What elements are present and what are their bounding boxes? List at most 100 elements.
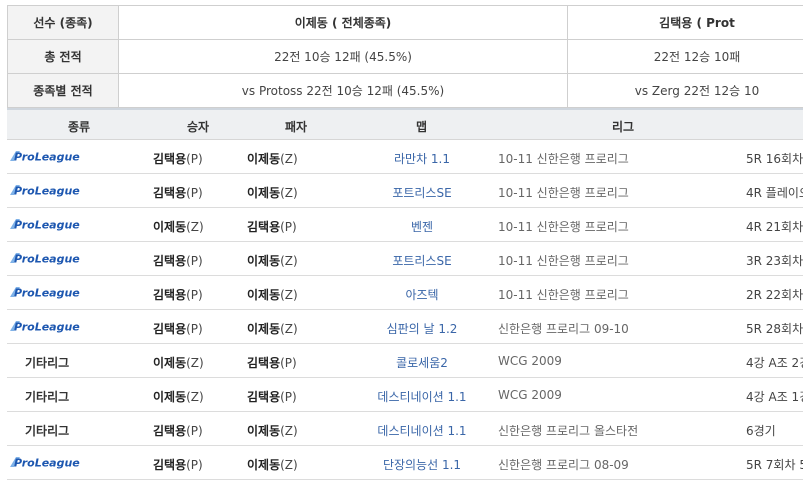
loser-name[interactable]: 김택용 [247,220,280,234]
map-link[interactable]: 포트리스SE [342,184,502,201]
map-link[interactable]: 콜로세움2 [342,354,502,371]
map-link[interactable]: 단장의능선 1.1 [342,456,502,473]
map-link[interactable]: 벤젠 [342,218,502,235]
loser-name[interactable]: 이제동 [247,254,280,268]
loser-cell[interactable]: 이제동(Z) [247,456,298,473]
player1-name[interactable]: 이제동 ( 전체종족) [119,6,568,40]
proleague-logo-graphic: ProLeague [7,251,91,265]
player1-total-record: 22전 10승 12패 (45.5%) [119,40,568,74]
col-header-map: 맵 [416,118,427,135]
proleague-logo-text: ProLeague [14,185,80,198]
round-info: 5R 16회차 [746,150,803,167]
summary-header-row: 선수 (종족) 이제동 ( 전체종족) 김택용 ( Prot [8,6,803,40]
loser-name[interactable]: 김택용 [247,356,280,370]
proleague-logo-graphic: ProLeague [7,285,91,299]
loser-name[interactable]: 이제동 [247,152,280,166]
proleague-logo: ProLeague [7,217,103,231]
winner-name[interactable]: 김택용 [153,288,186,302]
match-row[interactable]: ProLeague 김택용(P) 이제동(Z) 라만차 1.110-11 신한은행 프… [7,140,803,174]
match-row[interactable]: ProLeague이제동(Z)김택용(P)벤젠10-11 신한은행 프로리그4R… [7,208,803,242]
winner-name[interactable]: 김택용 [153,424,186,438]
proleague-logo-text: ProLeague [14,321,80,334]
winner-cell[interactable]: 김택용(P) [153,252,203,269]
proleague-logo-graphic: ProLeague [7,319,91,333]
winner-cell[interactable]: 이제동(Z) [153,388,204,405]
loser-race: (Z) [280,186,298,200]
winner-name[interactable]: 이제동 [153,356,186,370]
proleague-logo: ProLeague [7,319,103,333]
match-row[interactable]: ProLeague 김택용(P) 이제동(Z) 아즈텍10-11 신한은행 프로리그 2… [7,276,803,310]
match-row[interactable]: ProLeague김택용(P)이제동(Z)포트리스SE10-11 신한은행 프로… [7,242,803,276]
loser-name[interactable]: 이제동 [247,458,280,472]
proleague-logo-text: ProLeague [14,151,80,164]
loser-cell[interactable]: 김택용(P) [247,354,297,371]
proleague-logo-text: ProLeague [14,253,80,266]
winner-cell[interactable]: 김택용(P) [153,422,203,439]
league-name: 신한은행 프로리그 09-10 [498,320,629,337]
loser-name[interactable]: 이제동 [247,322,280,336]
map-link[interactable]: 데스티네이션 1.1 [342,388,502,405]
loser-cell[interactable]: 이제동(Z) [247,286,298,303]
loser-race: (Z) [280,152,298,166]
map-link[interactable]: 포트리스SE [342,252,502,269]
league-type-label: 기타리그 [25,422,69,439]
winner-race: (P) [186,186,203,200]
map-link[interactable]: 데스티네이션 1.1 [342,422,502,439]
map-link[interactable]: 아즈텍 [342,286,502,303]
loser-race: (P) [280,356,297,370]
summary-race-row: 종족별 전적 vs Protoss 22전 10승 12패 (45.5%) vs… [8,74,803,108]
player2-race-record: vs Zerg 22전 12승 10 [568,74,803,108]
loser-name[interactable]: 이제동 [247,424,280,438]
summary-label-race: 종족별 전적 [8,74,119,108]
loser-cell[interactable]: 이제동(Z) [247,320,298,337]
winner-cell[interactable]: 김택용(P) [153,286,203,303]
proleague-logo-graphic: ProLeague [7,217,91,231]
winner-name[interactable]: 김택용 [153,186,186,200]
round-info: 2R 22회차 [746,286,803,303]
winner-name[interactable]: 김택용 [153,152,186,166]
loser-race: (P) [280,220,297,234]
winner-cell[interactable]: 이제동(Z) [153,218,204,235]
match-row[interactable]: 기타리그김택용(P)이제동(Z)데스티네이션 1.1신한은행 프로리그 올스타전… [7,412,803,446]
winner-cell[interactable]: 김택용(P) [153,456,203,473]
loser-cell[interactable]: 김택용(P) [247,218,297,235]
winner-race: (Z) [186,356,204,370]
league-name: 10-11 신한은행 프로리그 [498,286,629,303]
col-header-loser: 패자 [285,118,307,135]
proleague-logo: ProLeague [7,251,103,265]
loser-cell[interactable]: 이제동(Z) [247,184,298,201]
match-row[interactable]: ProLeague김택용(P)이제동(Z)단장의능선 1.1신한은행 프로리그 … [7,446,803,480]
round-info: 3R 23회차 [746,252,803,269]
match-row[interactable]: 기타리그이제동(Z)김택용(P)콜로세움2WCG 20094강 A조 2경 [7,344,803,378]
loser-cell[interactable]: 김택용(P) [247,388,297,405]
league-name: 10-11 신한은행 프로리그 [498,184,629,201]
summary-total-row: 총 전적 22전 10승 12패 (45.5%) 22전 12승 10패 [8,40,803,74]
loser-race: (Z) [280,254,298,268]
proleague-logo: ProLeague [7,455,103,469]
match-row[interactable]: ProLeague 김택용(P) 이제동(Z) 심판의 날 1.2신한은행 프로리그 … [7,310,803,344]
col-header-winner: 승자 [187,118,209,135]
loser-cell[interactable]: 이제동(Z) [247,150,298,167]
winner-cell[interactable]: 김택용(P) [153,150,203,167]
winner-cell[interactable]: 김택용(P) [153,320,203,337]
loser-name[interactable]: 이제동 [247,288,280,302]
loser-name[interactable]: 이제동 [247,186,280,200]
winner-name[interactable]: 김택용 [153,254,186,268]
loser-name[interactable]: 김택용 [247,390,280,404]
player2-name[interactable]: 김택용 ( Prot [568,6,803,40]
map-link[interactable]: 라만차 1.1 [342,150,502,167]
round-info: 5R 28회차 [746,320,803,337]
match-row[interactable]: ProLeague 김택용(P) 이제동(Z) 포트리스SE10-11 신한은행 프로… [7,174,803,208]
loser-cell[interactable]: 이제동(Z) [247,252,298,269]
winner-name[interactable]: 김택용 [153,322,186,336]
winner-name[interactable]: 이제동 [153,220,186,234]
match-row[interactable]: 기타리그이제동(Z)김택용(P)데스티네이션 1.1WCG 20094강 A조 … [7,378,803,412]
winner-name[interactable]: 이제동 [153,390,186,404]
player-summary-table: 선수 (종족) 이제동 ( 전체종족) 김택용 ( Prot 총 전적 22전 … [7,5,803,108]
winner-cell[interactable]: 이제동(Z) [153,354,204,371]
loser-cell[interactable]: 이제동(Z) [247,422,298,439]
winner-cell[interactable]: 김택용(P) [153,184,203,201]
league-name: 10-11 신한은행 프로리그 [498,150,629,167]
map-link[interactable]: 심판의 날 1.2 [342,320,502,337]
winner-name[interactable]: 김택용 [153,458,186,472]
